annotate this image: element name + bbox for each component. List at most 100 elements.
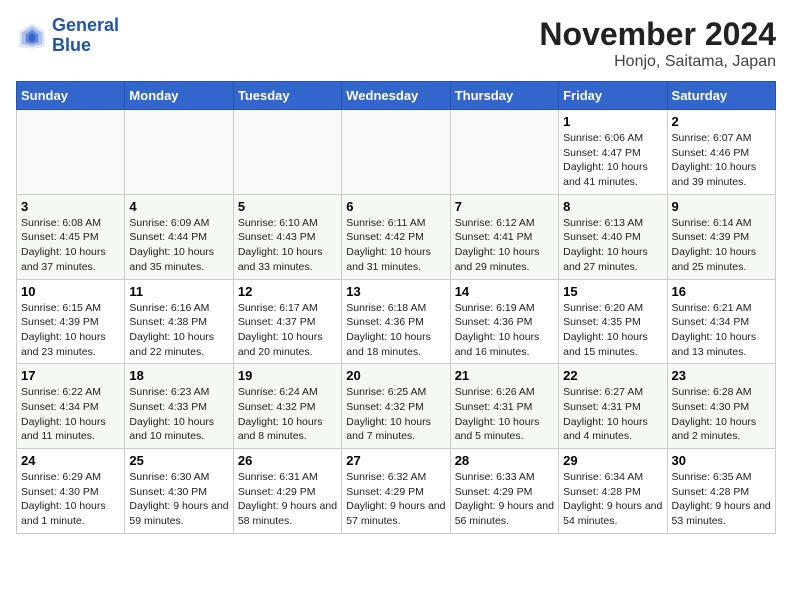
day-info: Sunrise: 6:17 AM Sunset: 4:37 PM Dayligh…: [238, 301, 337, 360]
day-number: 6: [346, 199, 445, 214]
day-number: 22: [563, 368, 662, 383]
calendar-table: SundayMondayTuesdayWednesdayThursdayFrid…: [16, 81, 776, 534]
calendar-cell: 7 Sunrise: 6:12 AM Sunset: 4:41 PM Daylig…: [450, 194, 558, 279]
day-info: Sunrise: 6:09 AM Sunset: 4:44 PM Dayligh…: [129, 216, 228, 275]
header-day-thursday: Thursday: [450, 82, 558, 110]
header-day-wednesday: Wednesday: [342, 82, 450, 110]
day-number: 18: [129, 368, 228, 383]
calendar-cell: [17, 110, 125, 195]
day-info: Sunrise: 6:22 AM Sunset: 4:34 PM Dayligh…: [21, 385, 120, 444]
day-number: 5: [238, 199, 337, 214]
calendar-cell: 20Sunrise: 6:25 AM Sunset: 4:32 PM Dayli…: [342, 364, 450, 449]
day-number: 7: [455, 199, 554, 214]
header-day-tuesday: Tuesday: [233, 82, 341, 110]
calendar-cell: 8 Sunrise: 6:13 AM Sunset: 4:40 PM Daylig…: [559, 194, 667, 279]
day-info: Sunrise: 6:07 AM Sunset: 4:46 PM Dayligh…: [672, 131, 771, 190]
calendar-cell: [233, 110, 341, 195]
calendar-week-row: 17 Sunrise: 6:22 AM Sunset: 4:34 PM Dayli…: [17, 364, 776, 449]
day-info: Sunrise: 6:28 AM Sunset: 4:30 PM Dayligh…: [672, 385, 771, 444]
calendar-cell: [342, 110, 450, 195]
day-info: Sunrise: 6:11 AM Sunset: 4:42 PM Dayligh…: [346, 216, 445, 275]
calendar-cell: 6 Sunrise: 6:11 AM Sunset: 4:42 PM Daylig…: [342, 194, 450, 279]
calendar-cell: 28 Sunrise: 6:33 AM Sunset: 4:29 PM Dayli…: [450, 449, 558, 534]
calendar-cell: 2 Sunrise: 6:07 AM Sunset: 4:46 PM Daylig…: [667, 110, 775, 195]
day-number: 11: [129, 284, 228, 299]
calendar-cell: 24Sunrise: 6:29 AM Sunset: 4:30 PM Dayli…: [17, 449, 125, 534]
calendar-cell: 10Sunrise: 6:15 AM Sunset: 4:39 PM Dayli…: [17, 279, 125, 364]
day-info: Sunrise: 6:34 AM Sunset: 4:28 PM Dayligh…: [563, 470, 662, 529]
title-area: November 2024 Honjo, Saitama, Japan: [539, 16, 776, 71]
day-info: Sunrise: 6:10 AM Sunset: 4:43 PM Dayligh…: [238, 216, 337, 275]
day-info: Sunrise: 6:35 AM Sunset: 4:28 PM Dayligh…: [672, 470, 771, 529]
day-info: Sunrise: 6:23 AM Sunset: 4:33 PM Dayligh…: [129, 385, 228, 444]
day-info: Sunrise: 6:24 AM Sunset: 4:32 PM Dayligh…: [238, 385, 337, 444]
day-info: Sunrise: 6:12 AM Sunset: 4:41 PM Dayligh…: [455, 216, 554, 275]
day-number: 15: [563, 284, 662, 299]
day-info: Sunrise: 6:16 AM Sunset: 4:38 PM Dayligh…: [129, 301, 228, 360]
day-info: Sunrise: 6:14 AM Sunset: 4:39 PM Dayligh…: [672, 216, 771, 275]
day-number: 26: [238, 453, 337, 468]
calendar-cell: 16 Sunrise: 6:21 AM Sunset: 4:34 PM Dayli…: [667, 279, 775, 364]
day-info: Sunrise: 6:30 AM Sunset: 4:30 PM Dayligh…: [129, 470, 228, 529]
calendar-week-row: 1 Sunrise: 6:06 AM Sunset: 4:47 PM Daylig…: [17, 110, 776, 195]
calendar-cell: [125, 110, 233, 195]
day-info: Sunrise: 6:26 AM Sunset: 4:31 PM Dayligh…: [455, 385, 554, 444]
day-info: Sunrise: 6:20 AM Sunset: 4:35 PM Dayligh…: [563, 301, 662, 360]
day-info: Sunrise: 6:18 AM Sunset: 4:36 PM Dayligh…: [346, 301, 445, 360]
calendar-cell: 17 Sunrise: 6:22 AM Sunset: 4:34 PM Dayli…: [17, 364, 125, 449]
logo-text: General Blue: [52, 16, 119, 56]
calendar-cell: 11 Sunrise: 6:16 AM Sunset: 4:38 PM Dayli…: [125, 279, 233, 364]
month-title: November 2024: [539, 16, 776, 53]
day-number: 2: [672, 114, 771, 129]
day-number: 12: [238, 284, 337, 299]
day-number: 28: [455, 453, 554, 468]
day-info: Sunrise: 6:27 AM Sunset: 4:31 PM Dayligh…: [563, 385, 662, 444]
day-info: Sunrise: 6:06 AM Sunset: 4:47 PM Dayligh…: [563, 131, 662, 190]
calendar-week-row: 10Sunrise: 6:15 AM Sunset: 4:39 PM Dayli…: [17, 279, 776, 364]
calendar-cell: 3Sunrise: 6:08 AM Sunset: 4:45 PM Daylig…: [17, 194, 125, 279]
calendar-cell: 25 Sunrise: 6:30 AM Sunset: 4:30 PM Dayli…: [125, 449, 233, 534]
day-info: Sunrise: 6:13 AM Sunset: 4:40 PM Dayligh…: [563, 216, 662, 275]
day-number: 13: [346, 284, 445, 299]
calendar-cell: 12 Sunrise: 6:17 AM Sunset: 4:37 PM Dayli…: [233, 279, 341, 364]
day-number: 9: [672, 199, 771, 214]
header-day-monday: Monday: [125, 82, 233, 110]
calendar-week-row: 24Sunrise: 6:29 AM Sunset: 4:30 PM Dayli…: [17, 449, 776, 534]
calendar-week-row: 3Sunrise: 6:08 AM Sunset: 4:45 PM Daylig…: [17, 194, 776, 279]
logo-icon: [16, 20, 48, 52]
header-day-saturday: Saturday: [667, 82, 775, 110]
day-info: Sunrise: 6:21 AM Sunset: 4:34 PM Dayligh…: [672, 301, 771, 360]
calendar-cell: 22 Sunrise: 6:27 AM Sunset: 4:31 PM Dayli…: [559, 364, 667, 449]
day-number: 24: [21, 453, 120, 468]
day-number: 21: [455, 368, 554, 383]
calendar-cell: [450, 110, 558, 195]
calendar-header-row: SundayMondayTuesdayWednesdayThursdayFrid…: [17, 82, 776, 110]
header-day-friday: Friday: [559, 82, 667, 110]
day-number: 1: [563, 114, 662, 129]
calendar-cell: 14Sunrise: 6:19 AM Sunset: 4:36 PM Dayli…: [450, 279, 558, 364]
day-number: 4: [129, 199, 228, 214]
day-number: 30: [672, 453, 771, 468]
calendar-cell: 21 Sunrise: 6:26 AM Sunset: 4:31 PM Dayli…: [450, 364, 558, 449]
day-info: Sunrise: 6:32 AM Sunset: 4:29 PM Dayligh…: [346, 470, 445, 529]
day-info: Sunrise: 6:19 AM Sunset: 4:36 PM Dayligh…: [455, 301, 554, 360]
calendar-cell: 23 Sunrise: 6:28 AM Sunset: 4:30 PM Dayli…: [667, 364, 775, 449]
calendar-cell: 13 Sunrise: 6:18 AM Sunset: 4:36 PM Dayli…: [342, 279, 450, 364]
day-number: 16: [672, 284, 771, 299]
day-number: 17: [21, 368, 120, 383]
day-number: 10: [21, 284, 120, 299]
day-number: 29: [563, 453, 662, 468]
day-number: 3: [21, 199, 120, 214]
calendar-cell: 27Sunrise: 6:32 AM Sunset: 4:29 PM Dayli…: [342, 449, 450, 534]
day-info: Sunrise: 6:33 AM Sunset: 4:29 PM Dayligh…: [455, 470, 554, 529]
day-info: Sunrise: 6:25 AM Sunset: 4:32 PM Dayligh…: [346, 385, 445, 444]
header-day-sunday: Sunday: [17, 82, 125, 110]
day-number: 19: [238, 368, 337, 383]
day-number: 25: [129, 453, 228, 468]
calendar-cell: 5 Sunrise: 6:10 AM Sunset: 4:43 PM Daylig…: [233, 194, 341, 279]
calendar-cell: 30 Sunrise: 6:35 AM Sunset: 4:28 PM Dayli…: [667, 449, 775, 534]
day-info: Sunrise: 6:31 AM Sunset: 4:29 PM Dayligh…: [238, 470, 337, 529]
day-number: 8: [563, 199, 662, 214]
day-number: 23: [672, 368, 771, 383]
location-title: Honjo, Saitama, Japan: [539, 53, 776, 71]
